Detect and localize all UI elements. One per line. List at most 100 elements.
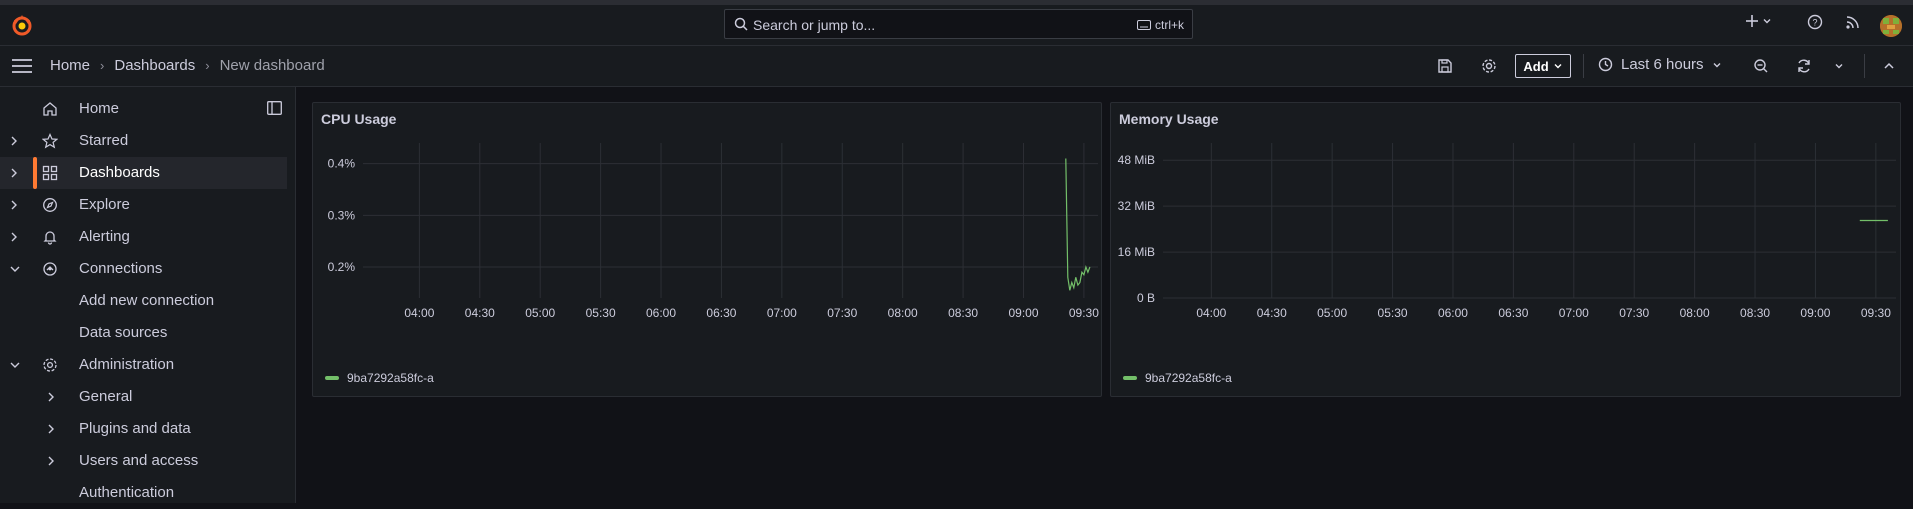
active-indicator — [33, 157, 37, 189]
sidebar-item-administration[interactable]: Administration — [0, 349, 287, 381]
x-tick-label: 09:00 — [1008, 306, 1038, 320]
zoom-out-button[interactable] — [1753, 58, 1769, 74]
sidebar-item-starred[interactable]: Starred — [0, 125, 287, 157]
x-tick-label: 06:00 — [1438, 306, 1468, 320]
breadcrumb: Home › Dashboards › New dashboard — [50, 57, 325, 74]
home-icon — [42, 101, 58, 121]
sidebar-item-connections[interactable]: Connections — [0, 253, 287, 285]
x-tick-label: 04:30 — [1257, 306, 1287, 320]
add-button[interactable]: Add — [1515, 54, 1571, 78]
grafana-logo-icon[interactable] — [10, 13, 34, 37]
time-range-picker[interactable]: Last 6 hours — [1598, 56, 1722, 73]
x-tick-label: 05:00 — [1317, 306, 1347, 320]
y-tick-label: 0.2% — [328, 260, 356, 274]
sidebar-item-label: Add new connection — [79, 292, 215, 309]
chevron-down-icon[interactable] — [9, 262, 21, 279]
breadcrumb-separator-icon: › — [100, 58, 105, 73]
refresh-button[interactable] — [1796, 58, 1812, 74]
legend-label: 9ba7292a58fc-a — [1145, 371, 1232, 385]
sidebar-item-home[interactable]: Home — [0, 93, 287, 125]
rss-icon — [1846, 16, 1859, 29]
panel-title[interactable]: CPU Usage — [321, 111, 396, 127]
legend-swatch — [325, 376, 339, 380]
refresh-interval-button[interactable] — [1834, 61, 1844, 71]
save-icon — [1438, 59, 1452, 73]
breadcrumb-dashboards[interactable]: Dashboards — [114, 57, 195, 74]
x-tick-label: 07:00 — [767, 306, 797, 320]
collapse-header-button[interactable] — [1883, 60, 1895, 72]
chart-legend[interactable]: 9ba7292a58fc-a — [325, 371, 434, 385]
cpu-usage-chart: 04:00 04:30 05:00 05:30 06:00 06:30 07:00 07:30… — [328, 143, 1099, 320]
sidebar-item-label: Explore — [79, 196, 130, 213]
memory-usage-panel[interactable]: 04:00 04:30 05:00 05:30 06:00 06:30 07:00 07:30… — [1110, 102, 1901, 397]
sidebar-item-add-new-connection[interactable]: Add new connection — [0, 285, 287, 317]
search-input[interactable]: Search or jump to... ctrl+k — [724, 9, 1193, 39]
user-avatar[interactable] — [1880, 15, 1902, 37]
menu-toggle-button[interactable] — [12, 58, 32, 77]
chevron-right-icon[interactable] — [9, 134, 19, 151]
x-tick-label: 06:30 — [1498, 306, 1528, 320]
hamburger-icon — [12, 59, 32, 73]
y-tick-label: 48 MiB — [1118, 153, 1155, 167]
sidebar-item-dashboards[interactable]: Dashboards — [0, 157, 287, 189]
sidebar-item-data-sources[interactable]: Data sources — [0, 317, 287, 349]
new-menu-button[interactable] — [1745, 14, 1772, 28]
news-button[interactable] — [1845, 14, 1861, 30]
x-tick-label: 07:30 — [827, 306, 857, 320]
sidebar-item-label: Plugins and data — [79, 420, 191, 437]
legend-label: 9ba7292a58fc-a — [347, 371, 434, 385]
sidebar: Home Starred Dashboards Explore Alerting… — [0, 87, 296, 503]
sidebar-item-label: Dashboards — [79, 164, 160, 181]
y-tick-label: 16 MiB — [1118, 245, 1155, 259]
chevron-right-icon[interactable] — [46, 454, 56, 471]
sidebar-item-explore[interactable]: Explore — [0, 189, 287, 221]
panel-title[interactable]: Memory Usage — [1119, 111, 1219, 127]
sidebar-item-authentication[interactable]: Authentication — [0, 477, 287, 509]
add-button-label: Add — [1523, 58, 1549, 74]
x-tick-label: 09:00 — [1800, 306, 1830, 320]
chevron-down-icon[interactable] — [9, 358, 21, 375]
chart-legend[interactable]: 9ba7292a58fc-a — [1123, 371, 1232, 385]
help-button[interactable]: ? — [1807, 14, 1823, 30]
x-tick-label: 06:00 — [646, 306, 676, 320]
save-dashboard-button[interactable] — [1437, 58, 1453, 74]
sidebar-item-label: Authentication — [79, 484, 175, 501]
time-range-label: Last 6 hours — [1621, 56, 1704, 73]
chevron-right-icon[interactable] — [46, 390, 56, 407]
plus-icon — [1746, 15, 1758, 27]
chevron-right-icon[interactable] — [9, 166, 19, 183]
svg-text:?: ? — [1812, 18, 1817, 28]
sidebar-item-users-and-access[interactable]: Users and access — [0, 445, 287, 477]
x-tick-label: 09:30 — [1861, 306, 1891, 320]
sidebar-item-label: Alerting — [79, 228, 130, 245]
zoom-out-icon — [1754, 59, 1768, 73]
sidebar-item-label: Administration — [79, 356, 175, 373]
x-tick-label: 08:00 — [1680, 306, 1710, 320]
x-tick-label: 09:30 — [1069, 306, 1099, 320]
shortcut-label: ctrl+k — [1154, 18, 1184, 32]
legend-swatch — [1123, 376, 1137, 380]
search-placeholder: Search or jump to... — [753, 17, 876, 33]
connections-icon — [42, 261, 58, 281]
star-icon — [41, 133, 59, 153]
chevron-down-icon — [1713, 62, 1721, 67]
x-tick-label: 07:30 — [1619, 306, 1649, 320]
cpu-usage-panel[interactable]: 04:00 04:30 05:00 05:30 06:00 06:30 07:00 07:30… — [312, 102, 1102, 397]
x-tick-label: 05:00 — [525, 306, 555, 320]
chevron-right-icon[interactable] — [9, 198, 19, 215]
sidebar-item-plugins-and-data[interactable]: Plugins and data — [0, 413, 287, 445]
breadcrumb-home[interactable]: Home — [50, 57, 90, 74]
cog-icon — [42, 357, 58, 377]
chevron-right-icon[interactable] — [9, 230, 19, 247]
sidebar-item-general[interactable]: General — [0, 381, 287, 413]
dashboard-settings-button[interactable] — [1481, 58, 1497, 74]
clock-icon — [1598, 57, 1613, 72]
y-tick-label: 0.3% — [328, 208, 356, 222]
breadcrumb-bar: Home › Dashboards › New dashboard Add La… — [0, 46, 1913, 87]
keyboard-icon — [1136, 20, 1151, 30]
chevron-up-icon — [1884, 62, 1894, 69]
chevron-right-icon[interactable] — [46, 422, 56, 439]
x-tick-label: 06:30 — [706, 306, 736, 320]
sidebar-item-alerting[interactable]: Alerting — [0, 221, 287, 253]
breadcrumb-current: New dashboard — [219, 57, 325, 74]
